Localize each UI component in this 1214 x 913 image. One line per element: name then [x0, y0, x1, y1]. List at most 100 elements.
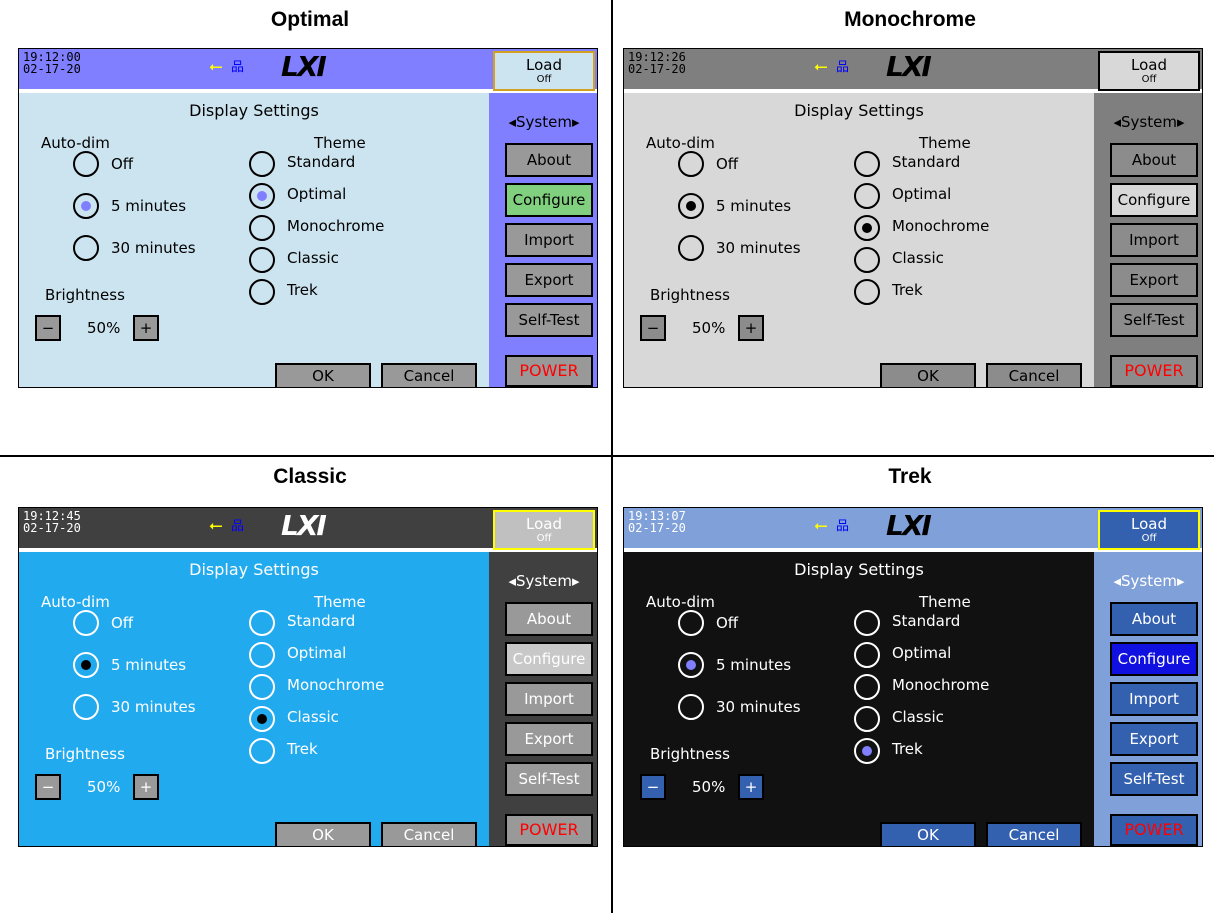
brightness-decrease-button[interactable]: − — [640, 774, 666, 800]
power-button[interactable]: POWER — [1110, 355, 1198, 387]
menu-button-about[interactable]: About — [505, 143, 593, 177]
menu-button-export[interactable]: Export — [505, 722, 593, 756]
cancel-button[interactable]: Cancel — [986, 363, 1082, 387]
theme-radio[interactable] — [249, 738, 275, 764]
theme-radio[interactable] — [854, 610, 880, 636]
panel-heading: Classic — [273, 465, 347, 488]
power-button[interactable]: POWER — [505, 355, 593, 387]
clock-display: 19:12:00 02-17-20 — [23, 51, 81, 75]
theme-radio[interactable] — [854, 706, 880, 732]
load-button[interactable]: Load Off — [493, 51, 595, 91]
menu-button-import[interactable]: Import — [1110, 682, 1198, 716]
theme-option-label: Optimal — [892, 185, 952, 203]
menu-button-selftest[interactable]: Self-Test — [1110, 303, 1198, 337]
brightness-increase-button[interactable]: + — [133, 774, 159, 800]
brightness-label: Brightness — [650, 286, 730, 304]
system-menu-selector[interactable]: ◂System▸ — [1094, 113, 1202, 131]
brightness-decrease-button[interactable]: − — [35, 774, 61, 800]
theme-radio[interactable] — [249, 183, 275, 209]
menu-button-export[interactable]: Export — [1110, 722, 1198, 756]
side-menu: ◂System▸ About Configure Import Export Self-T… — [1094, 93, 1202, 387]
theme-radio[interactable] — [854, 183, 880, 209]
theme-radio[interactable] — [854, 674, 880, 700]
autodim-radio[interactable] — [678, 652, 704, 678]
autodim-radio[interactable] — [73, 694, 99, 720]
theme-radio[interactable] — [854, 247, 880, 273]
load-button[interactable]: Load Off — [1098, 51, 1200, 91]
side-menu: ◂System▸ About Configure Import Export Self-T… — [1094, 552, 1202, 846]
autodim-radio[interactable] — [73, 193, 99, 219]
theme-radio[interactable] — [854, 738, 880, 764]
brightness-value: 50% — [87, 319, 121, 337]
power-button[interactable]: POWER — [1110, 814, 1198, 846]
autodim-option-label: Off — [111, 155, 134, 173]
menu-button-configure[interactable]: Configure — [505, 183, 593, 217]
theme-option-label: Classic — [892, 708, 944, 726]
brightness-decrease-button[interactable]: − — [35, 315, 61, 341]
load-label: Load — [526, 56, 562, 74]
ok-button[interactable]: OK — [275, 822, 371, 846]
theme-radio[interactable] — [249, 642, 275, 668]
lxi-logo: LXI — [281, 50, 327, 83]
autodim-radio[interactable] — [678, 610, 704, 636]
menu-button-configure[interactable]: Configure — [1110, 183, 1198, 217]
theme-radio[interactable] — [249, 151, 275, 177]
menu-button-configure[interactable]: Configure — [1110, 642, 1198, 676]
grid-divider-horizontal — [0, 455, 1214, 457]
theme-radio[interactable] — [854, 642, 880, 668]
menu-button-selftest[interactable]: Self-Test — [505, 762, 593, 796]
autodim-radio[interactable] — [678, 151, 704, 177]
ok-button[interactable]: OK — [880, 822, 976, 846]
brightness-decrease-button[interactable]: − — [640, 315, 666, 341]
power-button[interactable]: POWER — [505, 814, 593, 846]
cancel-button[interactable]: Cancel — [381, 822, 477, 846]
theme-radio[interactable] — [854, 279, 880, 305]
autodim-radio[interactable] — [73, 151, 99, 177]
usb-icon: ⭠ — [814, 516, 828, 536]
menu-button-import[interactable]: Import — [505, 682, 593, 716]
ok-button[interactable]: OK — [275, 363, 371, 387]
ok-button[interactable]: OK — [880, 363, 976, 387]
system-menu-selector[interactable]: ◂System▸ — [489, 572, 597, 590]
theme-label: Theme — [314, 593, 366, 611]
brightness-increase-button[interactable]: + — [738, 774, 764, 800]
system-menu-selector[interactable]: ◂System▸ — [489, 113, 597, 131]
brightness-increase-button[interactable]: + — [738, 315, 764, 341]
theme-radio[interactable] — [249, 247, 275, 273]
menu-button-export[interactable]: Export — [505, 263, 593, 297]
menu-button-about[interactable]: About — [1110, 143, 1198, 177]
autodim-radio[interactable] — [73, 652, 99, 678]
autodim-label: Auto-dim — [41, 134, 110, 152]
radio-selected-dot — [81, 660, 91, 670]
theme-option-label: Standard — [287, 612, 356, 630]
menu-button-export[interactable]: Export — [1110, 263, 1198, 297]
cancel-button[interactable]: Cancel — [986, 822, 1082, 846]
menu-button-selftest[interactable]: Self-Test — [505, 303, 593, 337]
autodim-radio[interactable] — [73, 610, 99, 636]
theme-radio[interactable] — [854, 151, 880, 177]
theme-radio[interactable] — [854, 215, 880, 241]
menu-button-about[interactable]: About — [1110, 602, 1198, 636]
brightness-increase-button[interactable]: + — [133, 315, 159, 341]
theme-option-label: Optimal — [287, 185, 347, 203]
theme-radio[interactable] — [249, 279, 275, 305]
load-label: Load — [1131, 515, 1167, 533]
autodim-radio[interactable] — [678, 235, 704, 261]
autodim-radio[interactable] — [678, 694, 704, 720]
theme-radio[interactable] — [249, 215, 275, 241]
theme-radio[interactable] — [249, 706, 275, 732]
load-button[interactable]: Load Off — [493, 510, 595, 550]
autodim-radio[interactable] — [73, 235, 99, 261]
side-menu: ◂System▸ About Configure Import Export Self-T… — [489, 552, 597, 846]
menu-button-configure[interactable]: Configure — [505, 642, 593, 676]
menu-button-about[interactable]: About — [505, 602, 593, 636]
menu-button-import[interactable]: Import — [1110, 223, 1198, 257]
menu-button-selftest[interactable]: Self-Test — [1110, 762, 1198, 796]
cancel-button[interactable]: Cancel — [381, 363, 477, 387]
system-menu-selector[interactable]: ◂System▸ — [1094, 572, 1202, 590]
theme-radio[interactable] — [249, 610, 275, 636]
autodim-radio[interactable] — [678, 193, 704, 219]
menu-button-import[interactable]: Import — [505, 223, 593, 257]
theme-radio[interactable] — [249, 674, 275, 700]
load-button[interactable]: Load Off — [1098, 510, 1200, 550]
